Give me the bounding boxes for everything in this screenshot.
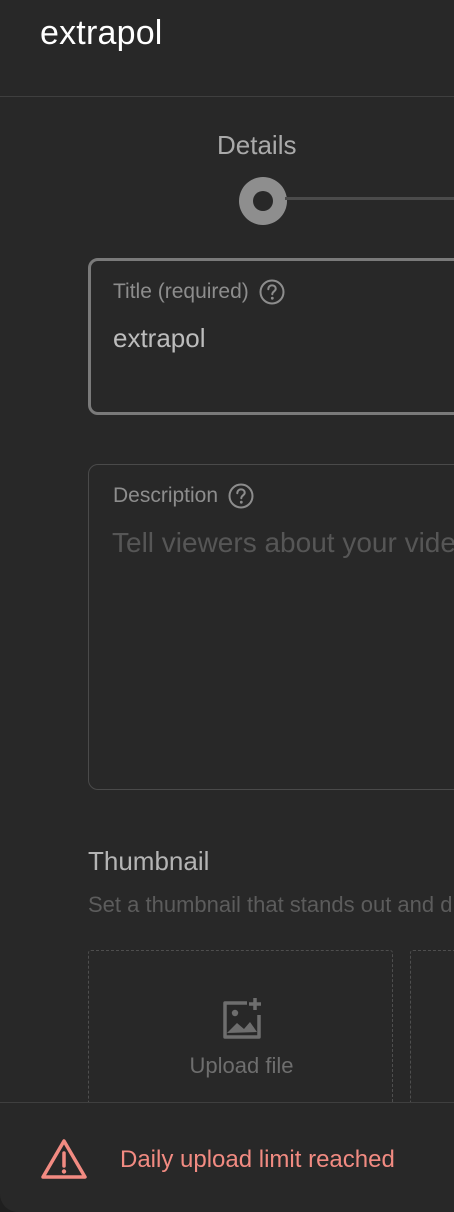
title-label-text: Title (required) (113, 280, 249, 303)
thumbnail-subtitle: Set a thumbnail that stands out and draw… (88, 892, 454, 917)
dialog-title: extrapol (40, 14, 163, 52)
help-circle-icon[interactable] (259, 279, 285, 305)
warning-triangle-icon (41, 1139, 87, 1179)
upload-file-label: Upload file (189, 1053, 294, 1078)
thumbnail-heading: Thumbnail (88, 846, 210, 876)
title-field[interactable]: Title (required) extrapol (88, 258, 454, 415)
dialog-footer: Daily upload limit reached (0, 1102, 454, 1212)
upload-limit-warning: Daily upload limit reached (120, 1146, 395, 1173)
title-input[interactable]: extrapol (113, 323, 206, 354)
help-circle-icon[interactable] (228, 483, 254, 509)
description-field[interactable]: Description Tell viewers about your vide… (88, 464, 454, 790)
title-field-label: Title (required) (113, 279, 285, 305)
description-label-text: Description (113, 484, 219, 507)
upload-dialog: extrapol Details Title (required) extrap… (0, 0, 454, 1212)
description-field-label: Description (113, 483, 254, 509)
stepper-step-node[interactable] (239, 177, 287, 225)
description-input[interactable]: Tell viewers about your video (112, 527, 454, 559)
dialog-header: extrapol (0, 0, 454, 97)
stepper-step-label[interactable]: Details (217, 130, 296, 161)
stepper-connector-line (285, 197, 454, 200)
add-photo-icon (223, 998, 261, 1039)
